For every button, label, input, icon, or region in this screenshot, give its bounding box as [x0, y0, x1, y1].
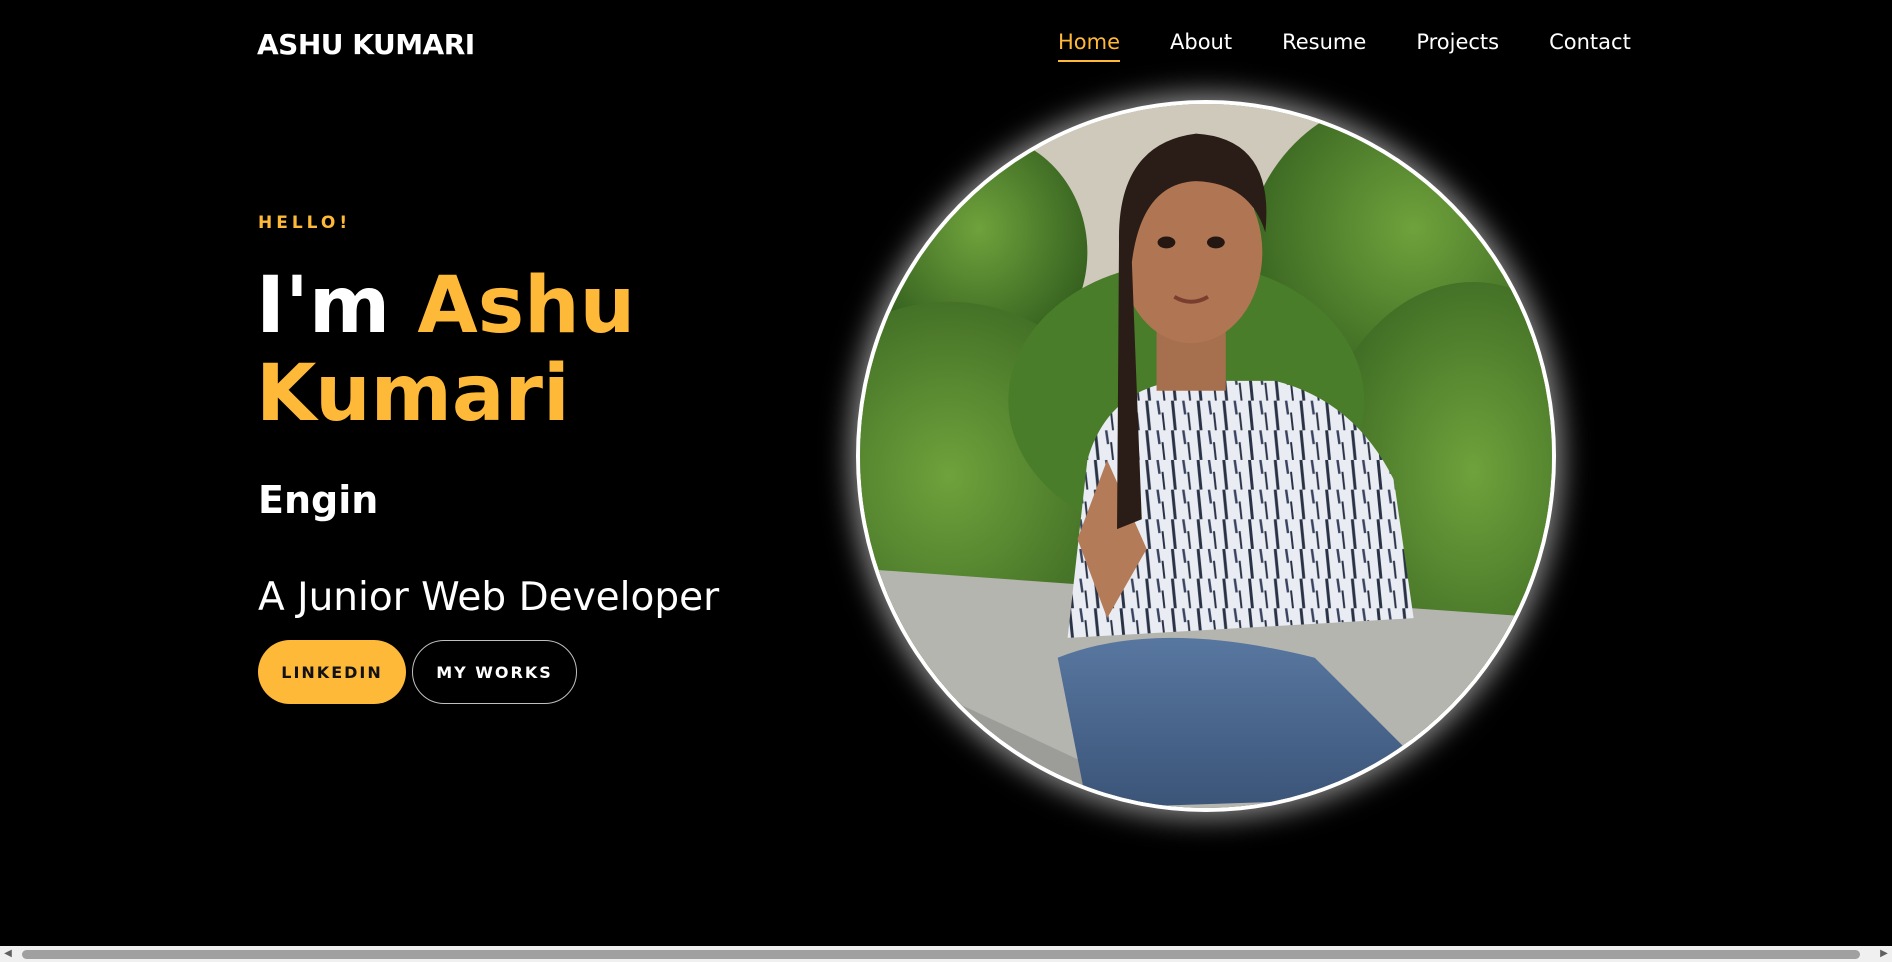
page: ASHU KUMARI Home About Resume Projects C…	[0, 0, 1892, 962]
hero-greeting: HELLO!	[258, 213, 352, 233]
scrollbar-thumb[interactable]	[22, 950, 1860, 959]
my-works-button[interactable]: MY WORKS	[412, 640, 577, 704]
horizontal-scrollbar[interactable]: ◀ ▶	[0, 946, 1892, 962]
linkedin-button[interactable]: LINKEDIN	[258, 640, 406, 704]
typed-text: Engin	[258, 478, 379, 522]
nav-item-projects[interactable]: Projects	[1416, 30, 1499, 62]
profile-photo	[856, 100, 1556, 812]
arrow-right-icon[interactable]: ▶	[1878, 948, 1890, 960]
main-nav: Home About Resume Projects Contact	[1058, 30, 1631, 62]
nav-item-about[interactable]: About	[1170, 30, 1232, 62]
arrow-left-icon[interactable]: ◀	[2, 948, 14, 960]
headline-first-name: Ashu	[417, 261, 636, 351]
nav-item-home[interactable]: Home	[1058, 30, 1121, 62]
nav-item-resume[interactable]: Resume	[1282, 30, 1366, 62]
brand-logo[interactable]: ASHU KUMARI	[257, 28, 475, 61]
headline-last-name: Kumari	[256, 349, 570, 439]
headline-prefix: I'm	[256, 261, 391, 351]
nav-item-contact[interactable]: Contact	[1549, 30, 1631, 62]
hero-headline: I'm Ashu Kumari	[256, 262, 635, 438]
profile-photo-illustration	[860, 104, 1552, 808]
hero-role: A Junior Web Developer	[258, 575, 720, 620]
